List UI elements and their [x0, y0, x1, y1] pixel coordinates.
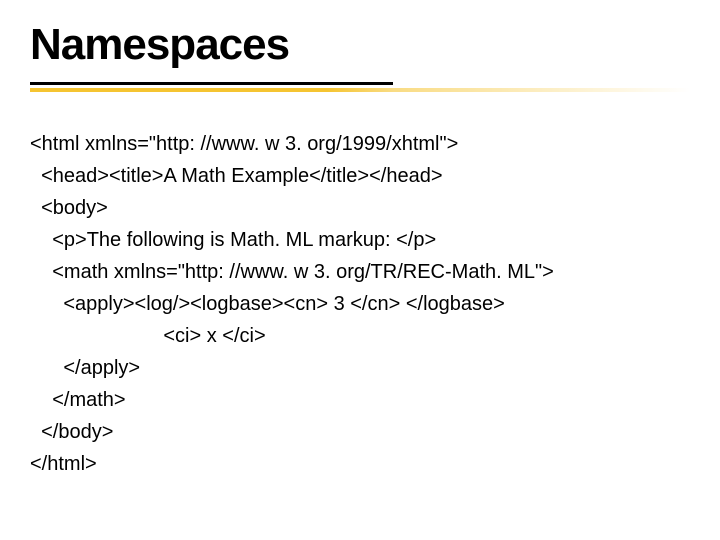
underline-black [30, 82, 393, 85]
underline-yellow [30, 88, 690, 92]
title-underline [30, 82, 690, 110]
slide: Namespaces <html xmlns="http: //www. w 3… [0, 0, 720, 510]
code-block: <html xmlns="http: //www. w 3. org/1999/… [30, 128, 690, 480]
slide-title: Namespaces [30, 20, 690, 70]
